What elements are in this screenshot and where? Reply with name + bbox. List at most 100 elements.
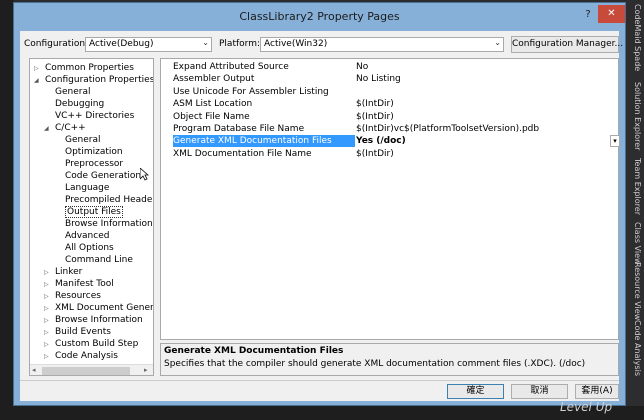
tree-item[interactable]: General — [65, 134, 100, 146]
property-value[interactable]: Yes (/doc) — [356, 135, 406, 147]
help-button[interactable]: ? — [580, 9, 596, 23]
property-value[interactable]: $(IntDir) — [356, 98, 394, 110]
watermark-text: Level Up — [560, 400, 613, 414]
scrollbar-thumb[interactable] — [42, 367, 130, 375]
tree-item[interactable]: Code Analysis — [55, 350, 118, 362]
tree-item[interactable]: Common Properties — [45, 62, 134, 74]
property-pages-dialog: ClassLibrary2 Property Pages ? ✕ Configu… — [13, 2, 626, 406]
dialog-client-area: Configuration: Active(Debug) ⌄ Platform:… — [20, 31, 623, 401]
tree-item[interactable]: Configuration Properties — [45, 74, 153, 86]
property-name: Program Database File Name — [173, 124, 305, 134]
tree-item[interactable]: Command Line — [65, 254, 133, 266]
property-value[interactable]: $(IntDir)vc$(PlatformToolsetVersion).pdb — [356, 123, 539, 135]
tree-item[interactable]: Browse Information — [65, 218, 153, 230]
configuration-manager-button[interactable]: Configuration Manager... — [511, 36, 623, 53]
property-row[interactable]: Generate XML Documentation Files Yes (/do… — [161, 135, 608, 148]
tree-item-label: General — [65, 135, 101, 145]
tree-item[interactable]: VC++ Directories — [55, 110, 134, 122]
property-row[interactable]: Assembler Output No Listing — [161, 73, 608, 85]
tree-item[interactable]: Manifest Tool — [55, 278, 114, 290]
tree-item-label: Custom Build Step — [55, 339, 139, 349]
property-row[interactable]: Program Database File Name $(IntDir)vc$(P… — [161, 123, 608, 135]
apply-button[interactable]: 套用(A) — [575, 384, 619, 399]
scroll-right-icon[interactable]: ▸ — [144, 366, 148, 374]
property-name: Expand Attributed Source — [173, 62, 289, 72]
tree-item[interactable]: Resources — [55, 290, 101, 302]
status-strip — [0, 406, 644, 420]
tree-item[interactable]: Browse Information — [55, 314, 143, 326]
tree-item[interactable]: Preprocessor — [65, 158, 123, 170]
tree-item-label: Command Line — [65, 255, 133, 265]
property-name: Object File Name — [173, 111, 250, 122]
side-tab-code-analysis[interactable]: Code Analysis — [628, 320, 642, 376]
tree-item-label: Preprocessor — [65, 159, 124, 169]
property-row[interactable]: ASM List Location $(IntDir) — [161, 98, 608, 110]
tree-item-label: All Options — [65, 243, 114, 253]
collapsed-arrow-icon[interactable]: ▷ — [44, 305, 49, 312]
value-dropdown-button[interactable]: ▾ — [610, 135, 620, 147]
tree-item[interactable]: Debugging — [55, 98, 104, 110]
ok-button[interactable]: 確定 — [447, 384, 504, 399]
close-icon: ✕ — [607, 8, 616, 19]
tree-item[interactable]: Code Generation — [65, 170, 141, 182]
close-button[interactable]: ✕ — [598, 5, 625, 23]
expanded-arrow-icon[interactable]: ◢ — [34, 77, 39, 84]
description-text: Specifies that the compiler should gener… — [164, 359, 586, 369]
property-row[interactable]: Object File Name $(IntDir) — [161, 111, 608, 123]
tree-item-label: Linker — [55, 267, 83, 277]
property-value[interactable]: No — [356, 61, 368, 73]
tree-item[interactable]: Optimization — [65, 146, 123, 158]
tree-item[interactable]: Language — [65, 182, 109, 194]
property-value[interactable]: $(IntDir) — [356, 111, 394, 123]
tree-item[interactable]: Custom Build Step — [55, 338, 138, 350]
tree-item-label: Precompiled Headers — [65, 195, 154, 205]
cancel-button[interactable]: 取消 — [511, 384, 568, 399]
tree-item-label: Debugging — [55, 99, 105, 109]
tree-item-label: Browse Information — [65, 219, 153, 229]
title-bar[interactable]: ClassLibrary2 Property Pages ? ✕ — [14, 3, 625, 31]
property-tree[interactable]: ▷ Common Properties ◢ Configuration Propert… — [29, 58, 154, 376]
tree-item[interactable]: Build Events — [55, 326, 111, 338]
side-tab-solution-explorer[interactable]: Solution Explorer — [628, 82, 642, 150]
chevron-down-icon: ⌄ — [202, 38, 209, 47]
description-panel: Generate XML Documentation Files Specifi… — [160, 343, 619, 376]
tree-item[interactable]: General — [55, 86, 90, 98]
collapsed-arrow-icon[interactable]: ▷ — [44, 269, 49, 276]
tree-item[interactable]: All Options — [65, 242, 114, 254]
property-value[interactable]: No Listing — [356, 73, 401, 85]
side-tab-class-view[interactable]: Class View — [628, 222, 642, 265]
tree-item-label: Build Events — [55, 327, 111, 337]
property-row[interactable]: XML Documentation File Name $(IntDir) — [161, 148, 608, 160]
collapsed-arrow-icon[interactable]: ▷ — [44, 341, 49, 348]
property-row[interactable]: Use Unicode For Assembler Listing — [161, 86, 608, 98]
collapsed-arrow-icon[interactable]: ▷ — [34, 65, 39, 72]
property-row[interactable]: Expand Attributed Source No — [161, 61, 608, 73]
chevron-down-icon: ⌄ — [494, 38, 501, 47]
tree-item[interactable]: Linker — [55, 266, 82, 278]
expanded-arrow-icon[interactable]: ◢ — [44, 125, 49, 132]
collapsed-arrow-icon[interactable]: ▷ — [44, 281, 49, 288]
property-grid[interactable]: Expand Attributed Source No Assembler Outp… — [160, 58, 620, 340]
scroll-left-icon[interactable]: ◂ — [32, 366, 36, 374]
side-tab-codemaid[interactable]: CodeMaid Spade — [628, 4, 642, 71]
collapsed-arrow-icon[interactable]: ▷ — [44, 353, 49, 360]
tree-item-label: Code Generation — [65, 171, 142, 181]
collapsed-arrow-icon[interactable]: ▷ — [44, 317, 49, 324]
tree-item[interactable]: Output Files — [65, 206, 123, 218]
property-name: Generate XML Documentation Files — [173, 136, 332, 147]
tree-item[interactable]: Advanced — [65, 230, 109, 242]
property-value[interactable]: $(IntDir) — [356, 148, 394, 160]
side-tab-resource-view[interactable]: Resource View — [628, 262, 642, 320]
platform-dropdown[interactable]: Active(Win32) ⌄ — [260, 37, 504, 52]
side-tab-team-explorer[interactable]: Team Explorer — [628, 158, 642, 215]
tree-item[interactable]: XML Document Generator — [55, 302, 153, 314]
tree-item[interactable]: Precompiled Headers — [65, 194, 154, 206]
tree-item-label: VC++ Directories — [55, 111, 135, 121]
tree-item[interactable]: C/C++ — [55, 122, 86, 134]
collapsed-arrow-icon[interactable]: ▷ — [44, 293, 49, 300]
tree-horizontal-scrollbar[interactable]: ◂ ▸ — [30, 364, 153, 375]
configuration-dropdown[interactable]: Active(Debug) ⌄ — [85, 37, 212, 52]
description-title: Generate XML Documentation Files — [164, 346, 344, 356]
tree-item-label: General — [55, 87, 91, 97]
collapsed-arrow-icon[interactable]: ▷ — [44, 329, 49, 336]
